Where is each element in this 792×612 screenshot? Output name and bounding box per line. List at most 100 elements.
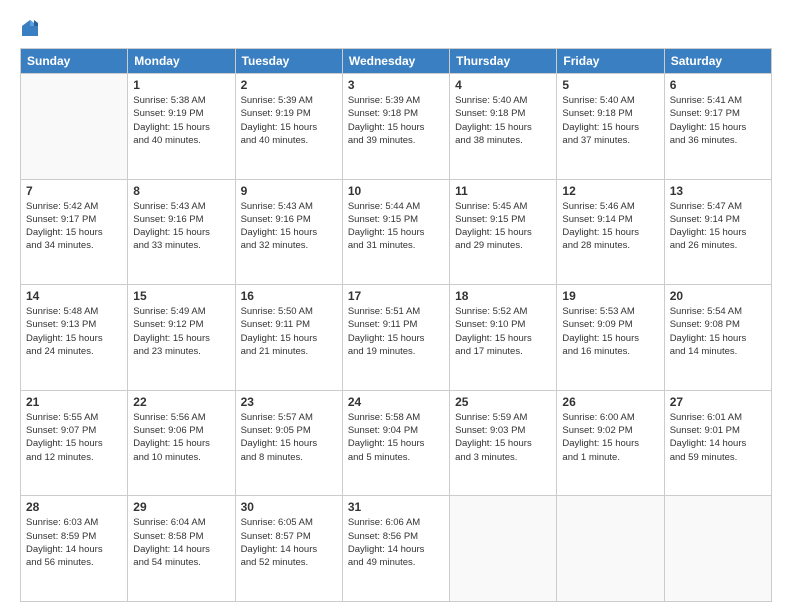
calendar-cell: 20 Sunrise: 5:54 AM Sunset: 9:08 PM Dayli… (664, 285, 771, 391)
calendar-header-row: SundayMondayTuesdayWednesdayThursdayFrid… (21, 49, 772, 74)
day-info: Sunrise: 6:05 AM Sunset: 8:57 PM Dayligh… (241, 516, 337, 569)
day-info: Sunrise: 6:04 AM Sunset: 8:58 PM Dayligh… (133, 516, 229, 569)
calendar-cell: 21 Sunrise: 5:55 AM Sunset: 9:07 PM Dayli… (21, 390, 128, 496)
day-info: Sunrise: 5:40 AM Sunset: 9:18 PM Dayligh… (562, 94, 658, 147)
day-info: Sunrise: 5:39 AM Sunset: 9:19 PM Dayligh… (241, 94, 337, 147)
day-number: 12 (562, 184, 658, 198)
day-info: Sunrise: 5:44 AM Sunset: 9:15 PM Dayligh… (348, 200, 444, 253)
calendar-cell: 27 Sunrise: 6:01 AM Sunset: 9:01 PM Dayli… (664, 390, 771, 496)
day-info: Sunrise: 5:49 AM Sunset: 9:12 PM Dayligh… (133, 305, 229, 358)
calendar-cell: 16 Sunrise: 5:50 AM Sunset: 9:11 PM Dayli… (235, 285, 342, 391)
calendar-cell: 8 Sunrise: 5:43 AM Sunset: 9:16 PM Daylig… (128, 179, 235, 285)
day-number: 28 (26, 500, 122, 514)
day-number: 7 (26, 184, 122, 198)
day-number: 17 (348, 289, 444, 303)
calendar-cell (21, 74, 128, 180)
calendar-cell (557, 496, 664, 602)
calendar-cell: 9 Sunrise: 5:43 AM Sunset: 9:16 PM Daylig… (235, 179, 342, 285)
calendar-cell: 7 Sunrise: 5:42 AM Sunset: 9:17 PM Daylig… (21, 179, 128, 285)
day-number: 13 (670, 184, 766, 198)
calendar-cell: 11Sunrise: 5:45 AM Sunset: 9:15 PM Dayli… (450, 179, 557, 285)
day-number: 6 (670, 78, 766, 92)
calendar-cell: 31Sunrise: 6:06 AM Sunset: 8:56 PM Dayli… (342, 496, 449, 602)
day-number: 20 (670, 289, 766, 303)
calendar-cell: 1Sunrise: 5:38 AM Sunset: 9:19 PM Daylig… (128, 74, 235, 180)
calendar-row-4: 28 Sunrise: 6:03 AM Sunset: 8:59 PM Dayli… (21, 496, 772, 602)
calendar-cell: 26 Sunrise: 6:00 AM Sunset: 9:02 PM Dayli… (557, 390, 664, 496)
calendar-cell: 2 Sunrise: 5:39 AM Sunset: 9:19 PM Daylig… (235, 74, 342, 180)
calendar-cell: 29 Sunrise: 6:04 AM Sunset: 8:58 PM Dayli… (128, 496, 235, 602)
day-number: 10 (348, 184, 444, 198)
day-number: 29 (133, 500, 229, 514)
calendar-header-thursday: Thursday (450, 49, 557, 74)
day-number: 22 (133, 395, 229, 409)
day-number: 24 (348, 395, 444, 409)
day-number: 4 (455, 78, 551, 92)
day-info: Sunrise: 5:55 AM Sunset: 9:07 PM Dayligh… (26, 411, 122, 464)
day-number: 30 (241, 500, 337, 514)
calendar-row-1: 7 Sunrise: 5:42 AM Sunset: 9:17 PM Daylig… (21, 179, 772, 285)
calendar-cell: 18 Sunrise: 5:52 AM Sunset: 9:10 PM Dayli… (450, 285, 557, 391)
day-info: Sunrise: 5:53 AM Sunset: 9:09 PM Dayligh… (562, 305, 658, 358)
day-info: Sunrise: 6:01 AM Sunset: 9:01 PM Dayligh… (670, 411, 766, 464)
day-info: Sunrise: 6:03 AM Sunset: 8:59 PM Dayligh… (26, 516, 122, 569)
day-number: 18 (455, 289, 551, 303)
day-info: Sunrise: 6:00 AM Sunset: 9:02 PM Dayligh… (562, 411, 658, 464)
day-info: Sunrise: 5:46 AM Sunset: 9:14 PM Dayligh… (562, 200, 658, 253)
day-number: 27 (670, 395, 766, 409)
calendar-cell: 3Sunrise: 5:39 AM Sunset: 9:18 PM Daylig… (342, 74, 449, 180)
day-number: 9 (241, 184, 337, 198)
calendar-row-0: 1Sunrise: 5:38 AM Sunset: 9:19 PM Daylig… (21, 74, 772, 180)
day-info: Sunrise: 5:51 AM Sunset: 9:11 PM Dayligh… (348, 305, 444, 358)
calendar-cell (664, 496, 771, 602)
day-info: Sunrise: 5:54 AM Sunset: 9:08 PM Dayligh… (670, 305, 766, 358)
calendar-header-saturday: Saturday (664, 49, 771, 74)
day-info: Sunrise: 6:06 AM Sunset: 8:56 PM Dayligh… (348, 516, 444, 569)
calendar-cell: 17 Sunrise: 5:51 AM Sunset: 9:11 PM Dayli… (342, 285, 449, 391)
calendar-cell: 4 Sunrise: 5:40 AM Sunset: 9:18 PM Daylig… (450, 74, 557, 180)
logo-icon (20, 18, 40, 38)
day-info: Sunrise: 5:50 AM Sunset: 9:11 PM Dayligh… (241, 305, 337, 358)
calendar-header-sunday: Sunday (21, 49, 128, 74)
logo (20, 18, 44, 38)
calendar-header-friday: Friday (557, 49, 664, 74)
day-info: Sunrise: 5:48 AM Sunset: 9:13 PM Dayligh… (26, 305, 122, 358)
day-info: Sunrise: 5:40 AM Sunset: 9:18 PM Dayligh… (455, 94, 551, 147)
day-number: 21 (26, 395, 122, 409)
day-info: Sunrise: 5:47 AM Sunset: 9:14 PM Dayligh… (670, 200, 766, 253)
day-number: 3 (348, 78, 444, 92)
day-number: 14 (26, 289, 122, 303)
day-number: 8 (133, 184, 229, 198)
day-info: Sunrise: 5:52 AM Sunset: 9:10 PM Dayligh… (455, 305, 551, 358)
calendar-cell (450, 496, 557, 602)
day-number: 23 (241, 395, 337, 409)
day-number: 2 (241, 78, 337, 92)
day-info: Sunrise: 5:43 AM Sunset: 9:16 PM Dayligh… (241, 200, 337, 253)
calendar-cell: 24 Sunrise: 5:58 AM Sunset: 9:04 PM Dayli… (342, 390, 449, 496)
page: SundayMondayTuesdayWednesdayThursdayFrid… (0, 0, 792, 612)
calendar-cell: 28 Sunrise: 6:03 AM Sunset: 8:59 PM Dayli… (21, 496, 128, 602)
calendar-cell: 23 Sunrise: 5:57 AM Sunset: 9:05 PM Dayli… (235, 390, 342, 496)
day-number: 15 (133, 289, 229, 303)
calendar-cell: 13 Sunrise: 5:47 AM Sunset: 9:14 PM Dayli… (664, 179, 771, 285)
day-number: 16 (241, 289, 337, 303)
calendar-header-monday: Monday (128, 49, 235, 74)
day-info: Sunrise: 5:59 AM Sunset: 9:03 PM Dayligh… (455, 411, 551, 464)
calendar-row-2: 14 Sunrise: 5:48 AM Sunset: 9:13 PM Dayli… (21, 285, 772, 391)
day-number: 5 (562, 78, 658, 92)
calendar-cell: 25Sunrise: 5:59 AM Sunset: 9:03 PM Dayli… (450, 390, 557, 496)
day-info: Sunrise: 5:42 AM Sunset: 9:17 PM Dayligh… (26, 200, 122, 253)
calendar-header-wednesday: Wednesday (342, 49, 449, 74)
day-info: Sunrise: 5:43 AM Sunset: 9:16 PM Dayligh… (133, 200, 229, 253)
day-info: Sunrise: 5:45 AM Sunset: 9:15 PM Dayligh… (455, 200, 551, 253)
calendar-cell: 22Sunrise: 5:56 AM Sunset: 9:06 PM Dayli… (128, 390, 235, 496)
day-info: Sunrise: 5:38 AM Sunset: 9:19 PM Dayligh… (133, 94, 229, 147)
day-info: Sunrise: 5:57 AM Sunset: 9:05 PM Dayligh… (241, 411, 337, 464)
calendar-table: SundayMondayTuesdayWednesdayThursdayFrid… (20, 48, 772, 602)
day-info: Sunrise: 5:58 AM Sunset: 9:04 PM Dayligh… (348, 411, 444, 464)
calendar-row-3: 21 Sunrise: 5:55 AM Sunset: 9:07 PM Dayli… (21, 390, 772, 496)
day-number: 26 (562, 395, 658, 409)
day-info: Sunrise: 5:41 AM Sunset: 9:17 PM Dayligh… (670, 94, 766, 147)
calendar-cell: 6 Sunrise: 5:41 AM Sunset: 9:17 PM Daylig… (664, 74, 771, 180)
calendar-cell: 19Sunrise: 5:53 AM Sunset: 9:09 PM Dayli… (557, 285, 664, 391)
